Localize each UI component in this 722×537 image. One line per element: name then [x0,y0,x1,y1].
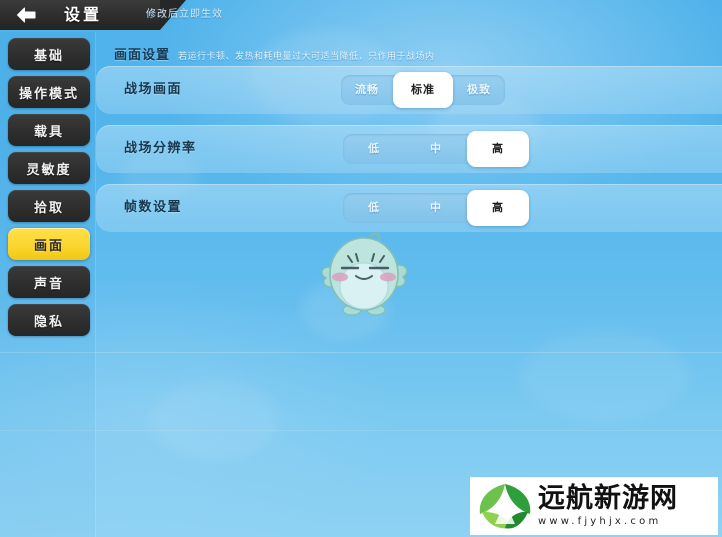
setting-row: 战场画面 流畅 标准 极致 [96,66,722,114]
sidebar-item-5[interactable]: 画面 [8,228,90,260]
segmented-control: 低中高 [343,190,529,226]
setting-row-label: 战场画面 [124,82,183,97]
watermark-text: 远航新游网 www.fjyhjx.com [538,482,678,529]
sidebar: 基础操作模式载具灵敏度拾取画面声音隐私 [0,32,96,537]
segment-option-2[interactable]: 高 [467,190,529,226]
segment-option-0[interactable]: 低 [343,193,405,223]
segmented-control: 流畅 标准 极致 [341,72,505,108]
segment-option-1[interactable]: 标准 [393,72,453,108]
segment-option-2[interactable]: 极致 [453,75,505,105]
settings-rows: 战场画面 流畅 标准 极致 战场分辨率低中高帧数设置低中高 [96,66,722,243]
segment-option-2[interactable]: 高 [467,131,529,167]
section-title: 画面设置 [114,48,171,63]
segment-option-1[interactable]: 中 [405,134,467,164]
sidebar-item-7[interactable]: 隐私 [8,304,90,336]
page-title: 设置 [64,5,103,24]
segment-option-0[interactable]: 流畅 [341,75,393,105]
segment-option-1[interactable]: 中 [405,193,467,223]
segmented-control: 低中高 [343,131,529,167]
section-description: 若运行卡顿、发热和耗电量过大可适当降低，只作用于战场内 [178,52,435,62]
title-bar: 设置 修改后立即生效 [0,0,722,30]
watermark-site-name: 远航新游网 [538,482,678,514]
sidebar-item-2[interactable]: 载具 [8,114,90,146]
back-button[interactable] [6,2,46,28]
bird-mascot [312,222,416,318]
arrow-left-icon [17,7,36,23]
setting-row-label: 帧数设置 [124,200,183,215]
sidebar-item-0[interactable]: 基础 [8,38,90,70]
page-subtitle: 修改后立即生效 [146,9,223,20]
watermark: 远航新游网 www.fjyhjx.com [470,477,718,535]
sidebar-item-6[interactable]: 声音 [8,266,90,298]
section-header: 画面设置 若运行卡顿、发热和耗电量过大可适当降低，只作用于战场内 [114,44,435,63]
sidebar-item-1[interactable]: 操作模式 [8,76,90,108]
setting-row: 战场分辨率 低中高 [96,125,722,173]
segment-option-0[interactable]: 低 [343,134,405,164]
sidebar-item-3[interactable]: 灵敏度 [8,152,90,184]
green-leaf-logo [479,484,531,529]
sidebar-item-4[interactable]: 拾取 [8,190,90,222]
watermark-url: www.fjyhjx.com [538,515,662,527]
settings-screen: 设置 修改后立即生效 基础 操作模式 载具 灵敏度 拾取 画面 声音 隐私 画面设置 若运行卡… [0,0,722,537]
setting-row-label: 战场分辨率 [124,141,197,156]
